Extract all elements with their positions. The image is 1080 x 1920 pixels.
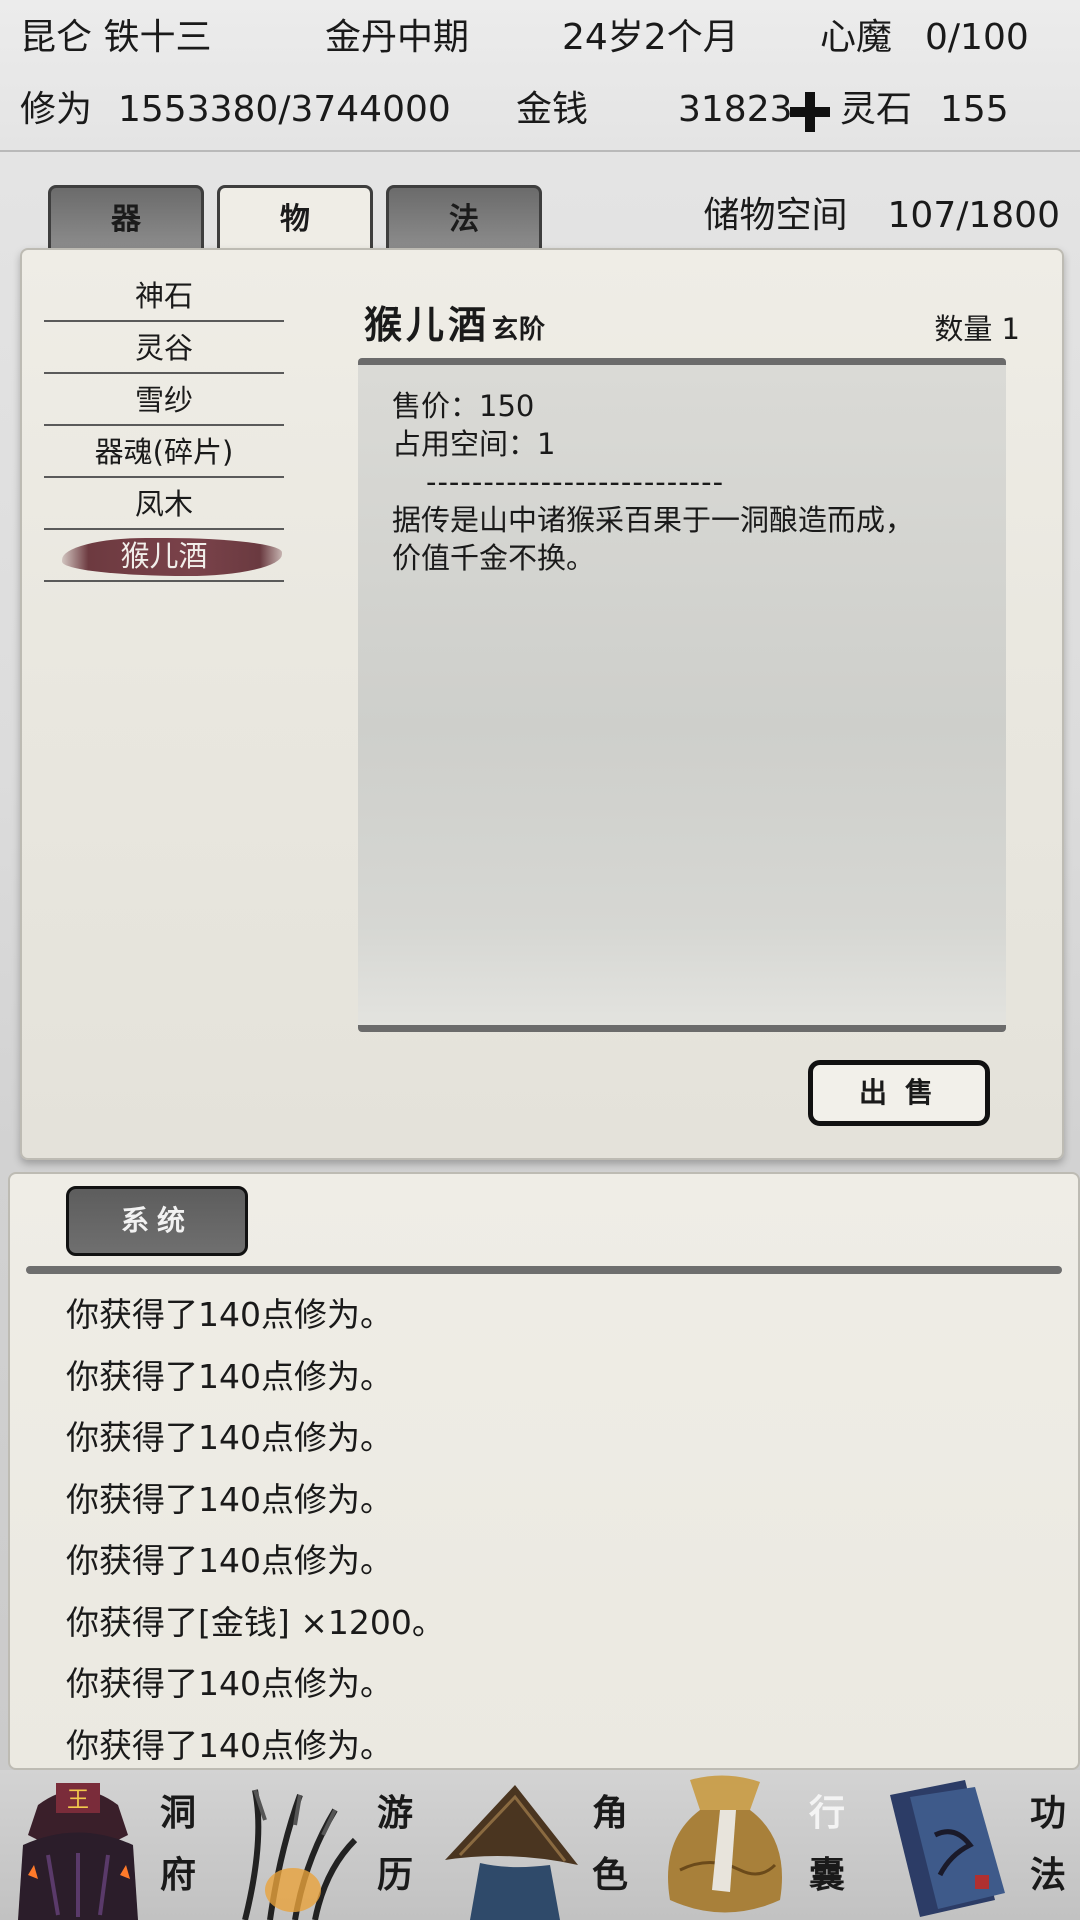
log-line: 你获得了140点修为。 — [66, 1664, 393, 1703]
spirit-stone-label: 灵石 — [840, 89, 913, 130]
nav-character[interactable]: 角色 — [430, 1770, 645, 1920]
heart-demon-label: 心魔 — [820, 17, 893, 58]
money-label: 金钱 — [516, 89, 589, 130]
log-line: 你获得了140点修为。 — [66, 1418, 393, 1457]
tab-equipment[interactable]: 器 — [48, 185, 204, 252]
nav-bag[interactable]: 行囊 — [645, 1770, 860, 1920]
item-desc-line: 价值千金不换。 — [392, 541, 596, 575]
sell-button[interactable]: 出售 — [808, 1060, 990, 1126]
tab-items[interactable]: 物 — [217, 185, 373, 252]
item-label: 灵谷 — [134, 331, 193, 365]
log-line: 你获得了[金钱] ×1200。 — [66, 1602, 445, 1642]
item-label: 器魂(碎片) — [94, 435, 234, 469]
item-label: 神石 — [134, 279, 193, 313]
status-bar: 昆仑 铁十三 金丹中期 24岁2个月 心魔 0/100 修为 1553380/3… — [0, 0, 1080, 152]
item-list: 神石 灵谷 雪纱 器魂(碎片) 凤木 猴儿酒 — [44, 272, 284, 584]
svg-text:王: 王 — [67, 1788, 89, 1813]
nav-label: 行囊 — [808, 1792, 845, 1896]
nav-label: 游历 — [376, 1792, 413, 1896]
item-label: 猴儿酒 — [120, 539, 208, 573]
item-grade: 玄阶 — [492, 315, 547, 345]
realm-text: 金丹中期 — [325, 17, 470, 58]
nav-scripture[interactable]: 功法 — [860, 1770, 1080, 1920]
item-title: 猴儿酒玄阶 — [364, 294, 546, 349]
log-divider — [26, 1266, 1062, 1274]
list-item-selected[interactable]: 猴儿酒 — [44, 532, 284, 582]
character-icon — [445, 1785, 578, 1920]
storage-value: 107/1800 — [887, 195, 1060, 236]
list-item[interactable]: 神石 — [44, 272, 284, 322]
item-space: 占用空间：1 — [392, 427, 556, 461]
spirit-cross-icon — [790, 92, 830, 132]
log-list: 你获得了140点修为。 你获得了140点修为。 你获得了140点修为。 你获得了… — [66, 1284, 445, 1776]
item-panel: 神石 灵谷 雪纱 器魂(碎片) 凤木 猴儿酒 猴儿酒玄阶 数量 1 售价：150… — [20, 248, 1064, 1160]
storage-space: 储物空间 107/1800 — [704, 186, 1060, 238]
item-desc-line: 据传是山中诸猴采百果于一洞酿造而成， — [392, 503, 915, 537]
log-line: 你获得了140点修为。 — [66, 1725, 393, 1765]
spirit-stone-value: 155 — [940, 89, 1009, 130]
tab-system[interactable]: 系统 — [66, 1186, 248, 1256]
heart-demon-value: 0/100 — [925, 17, 1029, 58]
tab-techniques[interactable]: 法 — [386, 185, 542, 252]
nav-cave-abode[interactable]: 王 洞府 — [0, 1770, 215, 1920]
log-line: 你获得了140点修为。 — [66, 1479, 393, 1519]
list-item[interactable]: 凤木 — [44, 480, 284, 530]
list-item[interactable]: 雪纱 — [44, 376, 284, 426]
storage-label: 储物空间 — [703, 195, 848, 236]
log-line: 你获得了140点修为。 — [66, 1295, 393, 1334]
item-quantity: 数量 1 — [934, 312, 1020, 346]
list-item[interactable]: 器魂(碎片) — [44, 428, 284, 478]
bag-icon — [668, 1775, 782, 1913]
item-label: 凤木 — [134, 487, 193, 521]
message-log-panel: 系统 你获得了140点修为。 你获得了140点修为。 你获得了140点修为。 你… — [8, 1172, 1080, 1770]
money-value: 31823 — [678, 89, 793, 130]
cultivation-label: 修为 — [20, 89, 93, 130]
nav-label: 功法 — [1029, 1792, 1066, 1896]
item-price: 售价：150 — [392, 389, 535, 423]
nav-label: 洞府 — [159, 1792, 196, 1896]
log-line: 你获得了140点修为。 — [66, 1356, 393, 1396]
item-description-box: 售价：150 占用空间：1 --------------------------… — [358, 358, 1006, 1032]
item-name: 猴儿酒 — [364, 302, 491, 347]
log-line: 你获得了140点修为。 — [66, 1541, 393, 1580]
item-label: 雪纱 — [134, 383, 193, 417]
nav-label: 角色 — [591, 1792, 628, 1896]
travel-icon — [242, 1789, 358, 1920]
bottom-nav: 王 洞府 游历 角色 行 囊 功 法 — [0, 1770, 1080, 1920]
age-text: 24岁2个月 — [562, 17, 739, 58]
list-item[interactable]: 灵谷 — [44, 324, 284, 374]
separator-line: -------------------------- — [426, 465, 725, 499]
nav-travel[interactable]: 游历 — [215, 1770, 430, 1920]
character-name: 昆仑 铁十三 — [20, 17, 212, 58]
cultivation-value: 1553380/3744000 — [118, 89, 451, 130]
cave-abode-icon: 王 — [18, 1783, 138, 1920]
scripture-icon — [890, 1780, 1005, 1917]
